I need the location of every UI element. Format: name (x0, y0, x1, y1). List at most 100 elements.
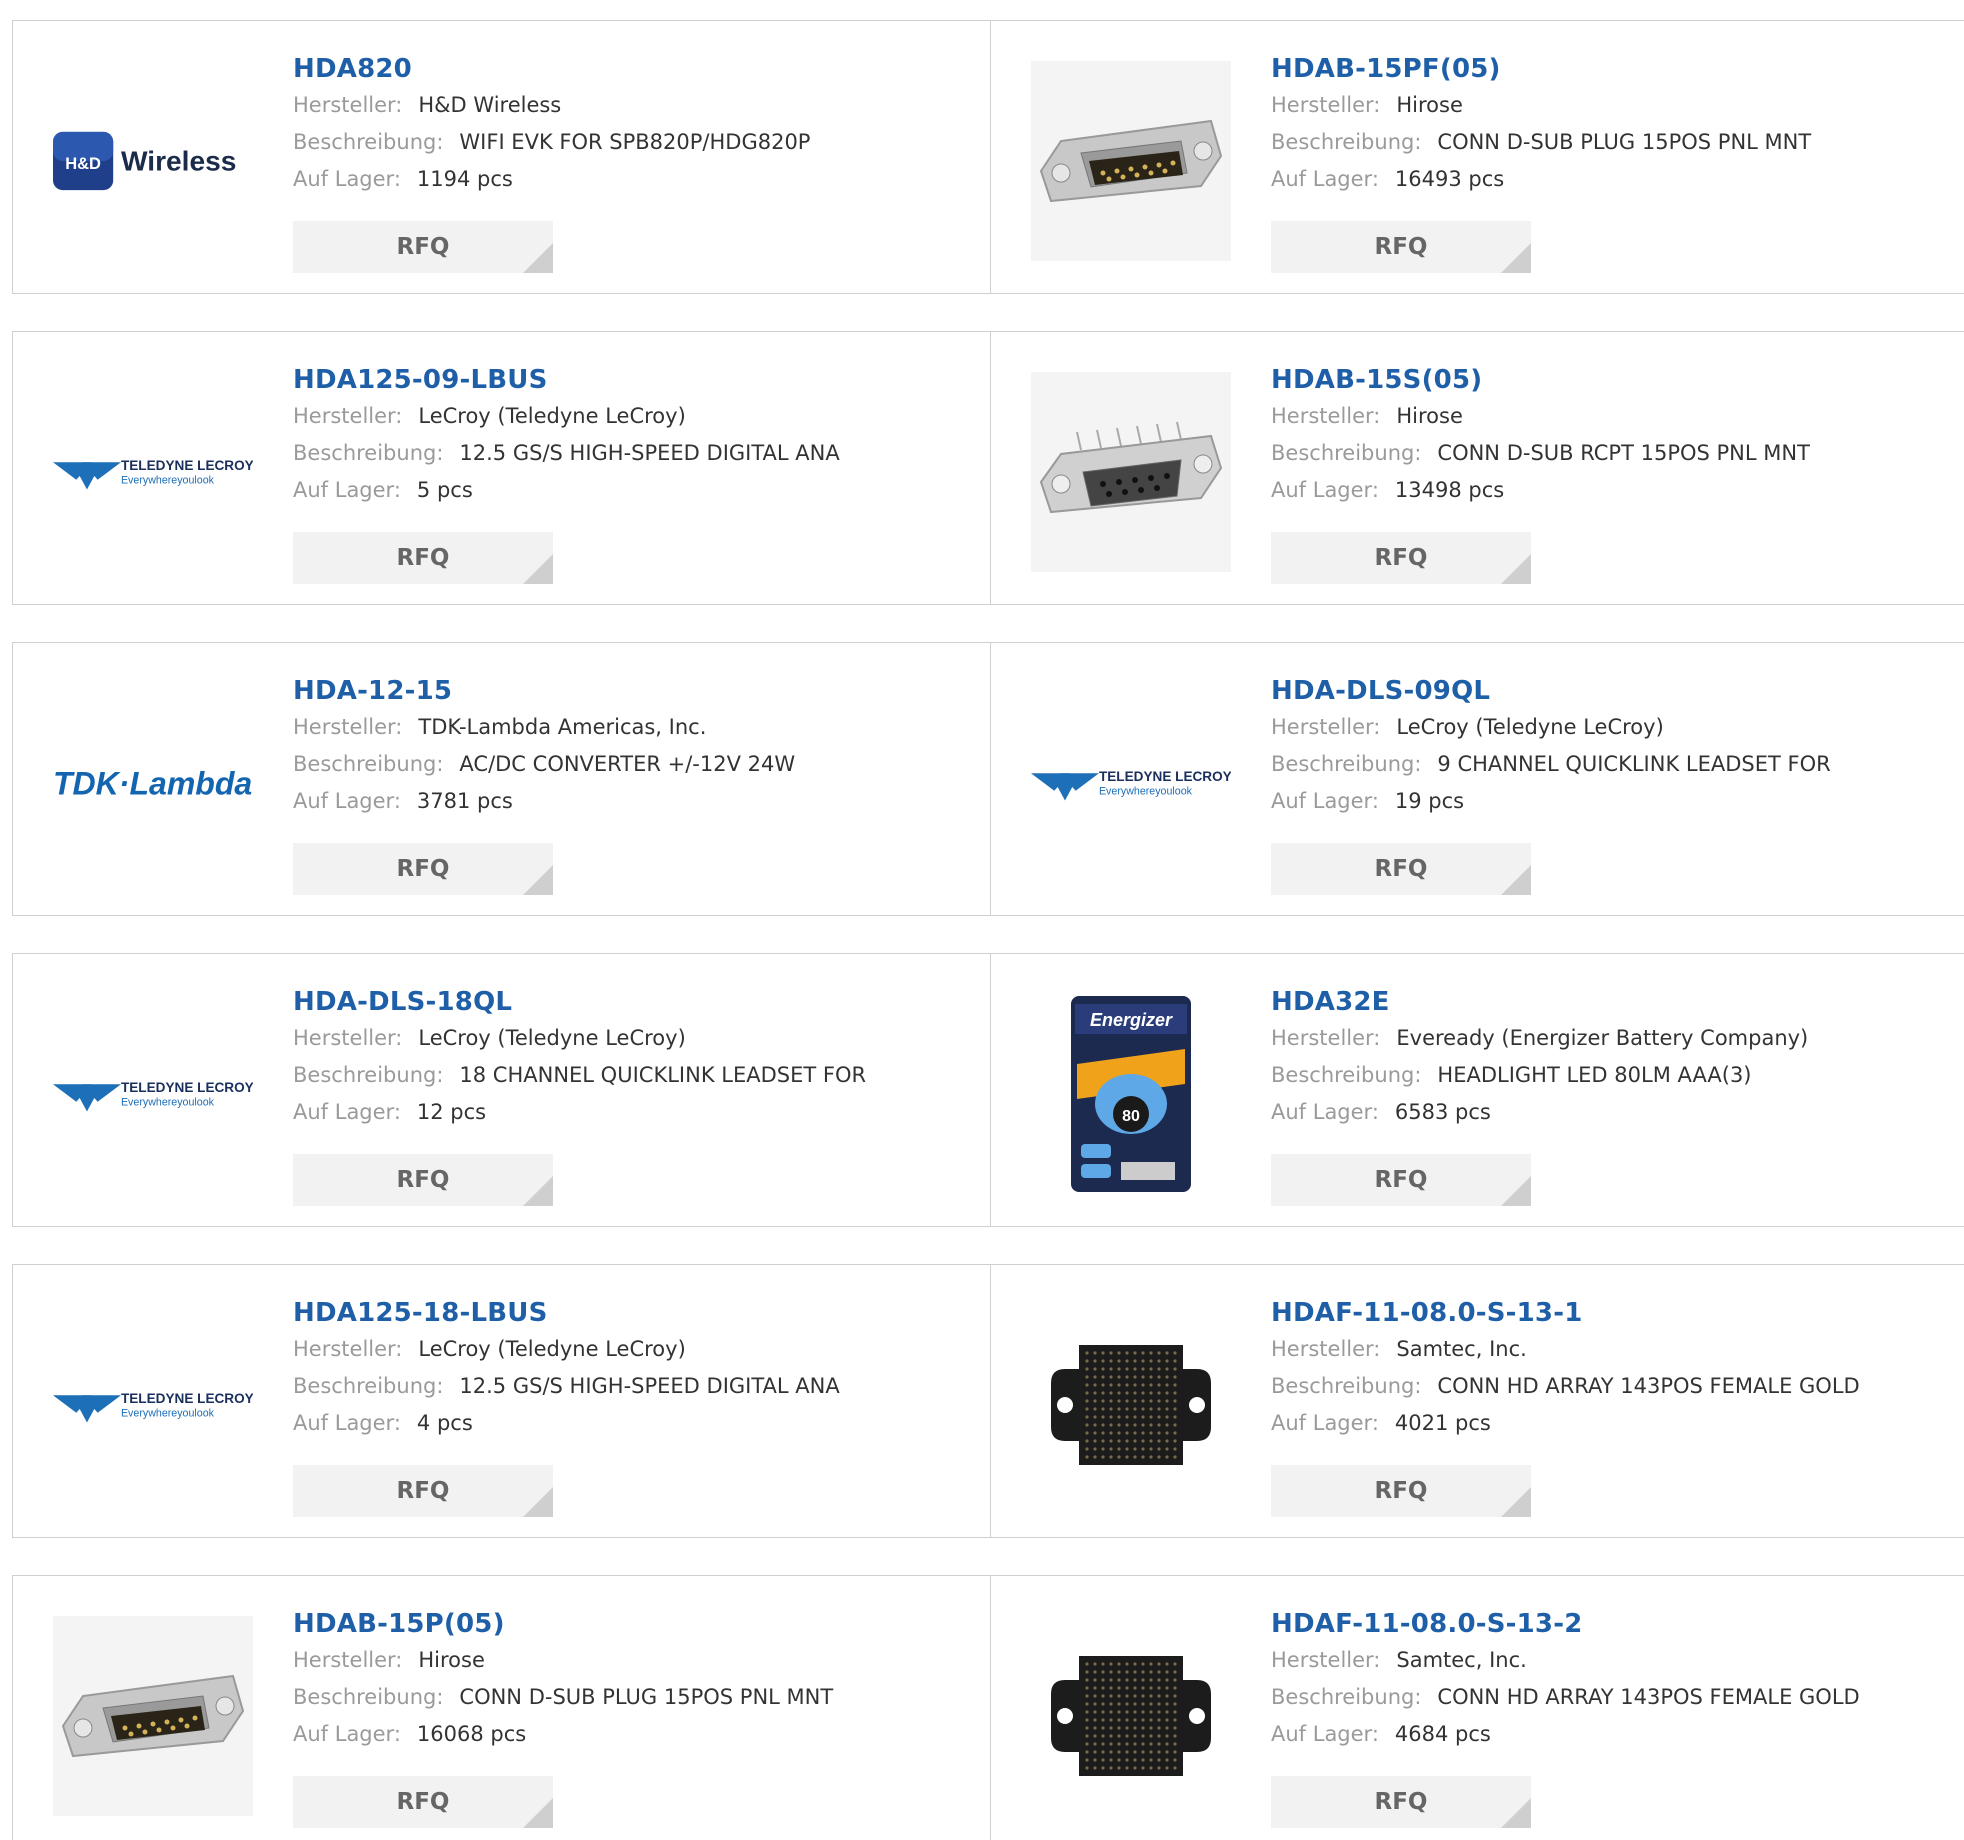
stock-label: Auf Lager: (1271, 167, 1379, 191)
description-label: Beschreibung: (1271, 130, 1422, 154)
product-row: TELEDYNE LECROY Everywhereyoulook HDA125… (12, 1264, 1964, 1538)
hd-wireless-logo[interactable]: H&D Wireless (53, 61, 253, 261)
part-number-link[interactable]: HDAB-15S(05) (1271, 362, 1810, 398)
description-line: Beschreibung: WIFI EVK FOR SPB820P/HDG820… (293, 124, 810, 161)
stock-line: Auf Lager: 1194 pcs (293, 161, 810, 198)
part-number-link[interactable]: HDA-DLS-18QL (293, 984, 866, 1020)
description-value: AC/DC CONVERTER +/-12V 24W (459, 752, 796, 776)
hd-array-connector-image[interactable] (1031, 1616, 1231, 1816)
product-card: TDK·Lambda HDA-12-15 Hersteller: TDK-Lamb… (13, 643, 991, 915)
description-label: Beschreibung: (293, 752, 444, 776)
product-info: HDAB-15PF(05) Hersteller: Hirose Beschrei… (1271, 51, 1811, 198)
part-number-link[interactable]: HDA-DLS-09QL (1271, 673, 1831, 709)
rfq-button[interactable]: RFQ (1271, 1465, 1531, 1517)
rfq-button[interactable]: RFQ (293, 1776, 553, 1828)
tdk-lambda-logo[interactable]: TDK·Lambda (53, 683, 253, 883)
manufacturer-label: Hersteller: (293, 1648, 403, 1672)
manufacturer-label: Hersteller: (1271, 93, 1381, 117)
description-line: Beschreibung: CONN D-SUB PLUG 15POS PNL M… (293, 1679, 833, 1716)
product-info: HDAF-11-08.0-S-13-2 Hersteller: Samtec, I… (1271, 1606, 1860, 1753)
product-card: HDAB-15S(05) Hersteller: Hirose Beschreib… (991, 332, 1964, 604)
rfq-button[interactable]: RFQ (1271, 532, 1531, 584)
manufacturer-line: Hersteller: LeCroy (Teledyne LeCroy) (293, 1020, 866, 1057)
rfq-button[interactable]: RFQ (293, 843, 553, 895)
manufacturer-value: H&D Wireless (418, 93, 562, 117)
product-card: TELEDYNE LECROY Everywhereyoulook HDA125… (13, 1265, 991, 1537)
stock-label: Auf Lager: (1271, 1100, 1379, 1124)
product-info: HDA32E Hersteller: Eveready (Energizer Ba… (1271, 984, 1808, 1131)
rfq-label: RFQ (1374, 234, 1428, 260)
manufacturer-line: Hersteller: LeCroy (Teledyne LeCroy) (293, 398, 840, 435)
corner-decoration (523, 554, 553, 584)
hd-array-connector-image[interactable] (1031, 1305, 1231, 1505)
teledyne-lecroy-logo[interactable]: TELEDYNE LECROY Everywhereyoulook (1031, 683, 1231, 883)
part-number-link[interactable]: HDAB-15P(05) (293, 1606, 833, 1642)
svg-text:Wireless: Wireless (121, 146, 237, 177)
manufacturer-label: Hersteller: (293, 715, 403, 739)
description-line: Beschreibung: 12.5 GS/S HIGH-SPEED DIGITA… (293, 435, 840, 472)
rfq-button[interactable]: RFQ (293, 1154, 553, 1206)
rfq-button[interactable]: RFQ (1271, 1154, 1531, 1206)
part-number-link[interactable]: HDA125-18-LBUS (293, 1295, 840, 1331)
rfq-button[interactable]: RFQ (1271, 1776, 1531, 1828)
stock-label: Auf Lager: (293, 1100, 401, 1124)
product-card: HDAB-15P(05) Hersteller: Hirose Beschreib… (13, 1576, 991, 1840)
part-number-link[interactable]: HDA-12-15 (293, 673, 795, 709)
product-card: TELEDYNE LECROY Everywhereyoulook HDA-DL… (991, 643, 1964, 915)
corner-decoration (1501, 243, 1531, 273)
part-number-link[interactable]: HDAF-11-08.0-S-13-2 (1271, 1606, 1860, 1642)
corner-decoration (1501, 1176, 1531, 1206)
energizer-headlight-image[interactable]: Energizer 80 (1031, 994, 1231, 1194)
manufacturer-line: Hersteller: LeCroy (Teledyne LeCroy) (1271, 709, 1831, 746)
svg-text:TELEDYNE LECROY: TELEDYNE LECROY (1099, 769, 1231, 784)
description-label: Beschreibung: (293, 1063, 444, 1087)
part-number-link[interactable]: HDA125-09-LBUS (293, 362, 840, 398)
manufacturer-line: Hersteller: Hirose (293, 1642, 833, 1679)
manufacturer-line: Hersteller: TDK-Lambda Americas, Inc. (293, 709, 795, 746)
rfq-button[interactable]: RFQ (293, 532, 553, 584)
manufacturer-value: Samtec, Inc. (1396, 1648, 1527, 1672)
rfq-button[interactable]: RFQ (1271, 221, 1531, 273)
svg-text:H&D: H&D (65, 155, 101, 173)
part-number-link[interactable]: HDAF-11-08.0-S-13-1 (1271, 1295, 1860, 1331)
manufacturer-value: Eveready (Energizer Battery Company) (1396, 1026, 1809, 1050)
manufacturer-line: Hersteller: LeCroy (Teledyne LeCroy) (293, 1331, 840, 1368)
description-value: 9 CHANNEL QUICKLINK LEADSET FOR (1437, 752, 1831, 776)
stock-label: Auf Lager: (293, 167, 401, 191)
dsub-plug-image[interactable] (53, 1616, 253, 1816)
manufacturer-value: LeCroy (Teledyne LeCroy) (418, 1337, 686, 1361)
description-line: Beschreibung: 9 CHANNEL QUICKLINK LEADSET… (1271, 746, 1831, 783)
description-label: Beschreibung: (293, 441, 444, 465)
dsub-plug-image[interactable] (1031, 61, 1231, 261)
manufacturer-label: Hersteller: (1271, 404, 1381, 428)
part-number-link[interactable]: HDA820 (293, 51, 810, 87)
stock-label: Auf Lager: (293, 1411, 401, 1435)
stock-value: 4 pcs (416, 1411, 473, 1435)
teledyne-lecroy-logo[interactable]: TELEDYNE LECROY Everywhereyoulook (53, 994, 253, 1194)
part-number-link[interactable]: HDAB-15PF(05) (1271, 51, 1811, 87)
product-info: HDAB-15S(05) Hersteller: Hirose Beschreib… (1271, 362, 1810, 509)
stock-line: Auf Lager: 12 pcs (293, 1094, 866, 1131)
manufacturer-line: Hersteller: Samtec, Inc. (1271, 1331, 1860, 1368)
stock-line: Auf Lager: 19 pcs (1271, 783, 1831, 820)
description-label: Beschreibung: (1271, 441, 1422, 465)
product-info: HDAF-11-08.0-S-13-1 Hersteller: Samtec, I… (1271, 1295, 1860, 1442)
teledyne-lecroy-logo[interactable]: TELEDYNE LECROY Everywhereyoulook (53, 372, 253, 572)
part-number-link[interactable]: HDA32E (1271, 984, 1808, 1020)
teledyne-lecroy-logo[interactable]: TELEDYNE LECROY Everywhereyoulook (53, 1305, 253, 1505)
rfq-label: RFQ (1374, 1478, 1428, 1504)
stock-line: Auf Lager: 4021 pcs (1271, 1405, 1860, 1442)
description-value: 18 CHANNEL QUICKLINK LEADSET FOR (459, 1063, 867, 1087)
rfq-button[interactable]: RFQ (1271, 843, 1531, 895)
corner-decoration (523, 1798, 553, 1828)
rfq-label: RFQ (396, 545, 450, 571)
product-row: H&D Wireless HDA820 Hersteller: H&D Wirel… (12, 20, 1964, 294)
stock-value: 6583 pcs (1394, 1100, 1491, 1124)
svg-text:TELEDYNE LECROY: TELEDYNE LECROY (121, 1391, 253, 1406)
rfq-button[interactable]: RFQ (293, 1465, 553, 1517)
svg-text:TELEDYNE LECROY: TELEDYNE LECROY (121, 458, 253, 473)
dsub-receptacle-image[interactable] (1031, 372, 1231, 572)
rfq-button[interactable]: RFQ (293, 221, 553, 273)
stock-label: Auf Lager: (1271, 1411, 1379, 1435)
manufacturer-value: LeCroy (Teledyne LeCroy) (1396, 715, 1664, 739)
